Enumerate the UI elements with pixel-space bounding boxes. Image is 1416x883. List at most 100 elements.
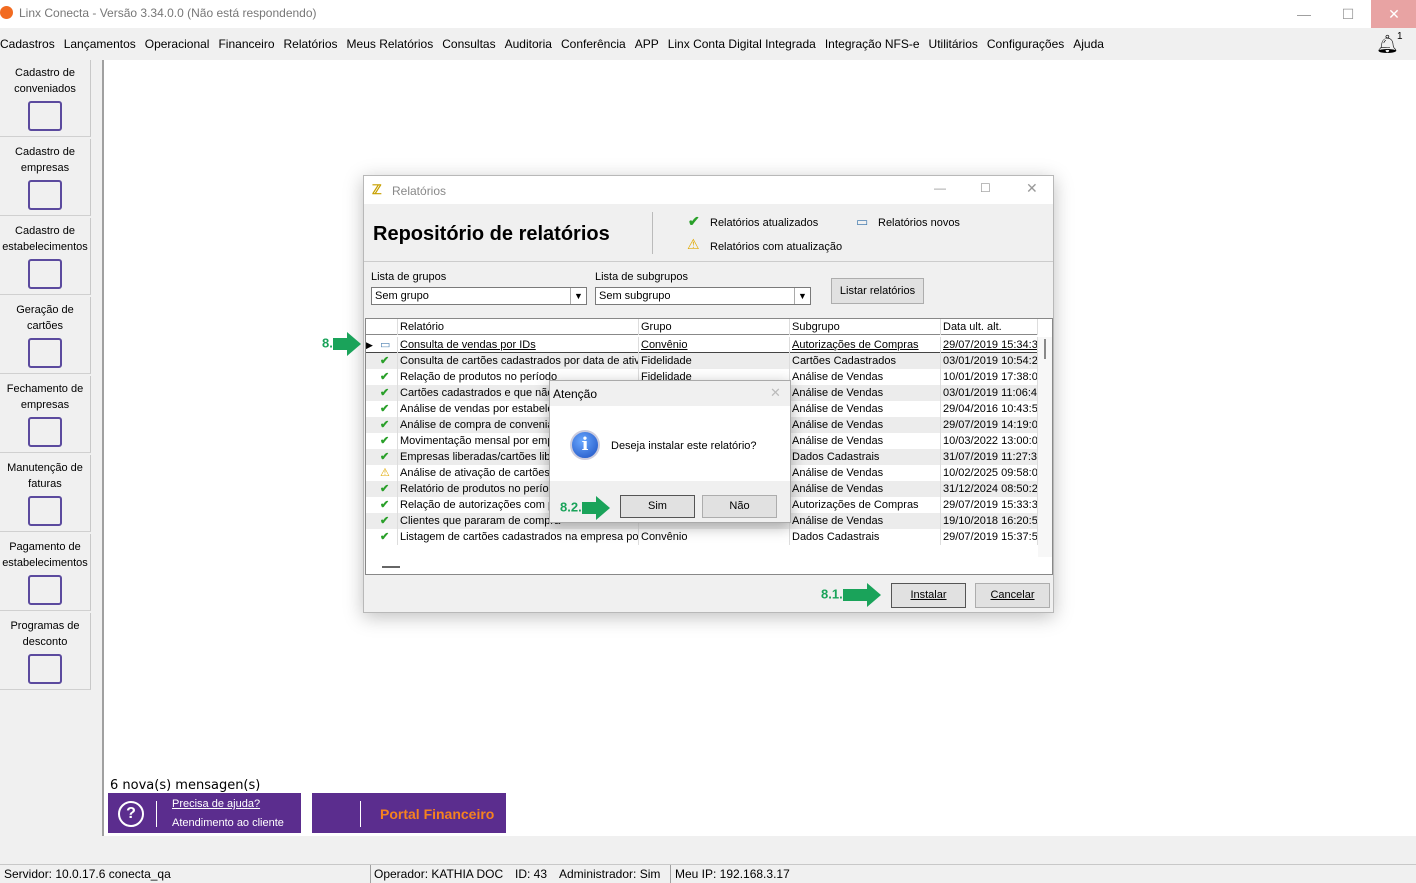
payment-icon bbox=[28, 575, 62, 605]
table-header: Relatório Grupo Subgrupo Data ult. alt. bbox=[366, 319, 1038, 335]
cell-date: 31/07/2019 11:27:3 bbox=[943, 449, 1038, 465]
dialog-close-button[interactable]: ✕ bbox=[1026, 180, 1038, 197]
cell-subgroup: Análise de Vendas bbox=[790, 433, 941, 449]
sidebar-item[interactable]: Pagamento de estabelecimentos bbox=[0, 534, 91, 611]
row-indicator bbox=[366, 529, 378, 545]
sidebar-item[interactable]: Programas de desconto bbox=[0, 613, 91, 690]
check-icon: ✔ bbox=[378, 497, 398, 513]
sidebar-item[interactable]: Fechamento de empresas bbox=[0, 376, 91, 453]
horizontal-scrollbar-thumb[interactable] bbox=[382, 566, 400, 568]
table-row[interactable]: ▶ ▭ Consulta de vendas por IDs Convênio Auto… bbox=[366, 337, 1038, 353]
cell-subgroup: Análise de Vendas bbox=[790, 417, 941, 433]
list-reports-button[interactable]: Listar relatórios bbox=[831, 278, 924, 304]
sidebar-item[interactable]: Cadastro de empresas bbox=[0, 139, 91, 216]
cell-subgroup: Análise de Vendas bbox=[790, 401, 941, 417]
cell-subgroup: Análise de Vendas bbox=[790, 465, 941, 481]
confirm-close-button[interactable]: ✕ bbox=[770, 385, 781, 401]
table-row[interactable]: ✔ Consulta de cartões cadastrados por dat… bbox=[366, 353, 1038, 369]
column-header-date[interactable]: Data ult. alt. bbox=[941, 319, 1038, 335]
row-indicator bbox=[366, 465, 378, 481]
table-scrollbar[interactable] bbox=[1038, 337, 1052, 557]
column-header-subgroup[interactable]: Subgrupo bbox=[790, 319, 941, 335]
legend-new: Relatórios novos bbox=[878, 217, 960, 229]
sidebar-item[interactable]: Cadastro de conveniados bbox=[0, 60, 91, 137]
groups-select[interactable]: Sem grupo ▼ bbox=[371, 287, 587, 305]
row-indicator bbox=[366, 433, 378, 449]
menu-item[interactable]: Meus Relatórios bbox=[347, 37, 434, 51]
sidebar-item[interactable]: Manutenção de faturas bbox=[0, 455, 91, 532]
new-report-icon: ▭ bbox=[856, 214, 869, 229]
column-header-report[interactable]: Relatório bbox=[398, 319, 639, 335]
help-link[interactable]: Precisa de ajuda? bbox=[172, 798, 260, 810]
messages-count[interactable]: 6 nova(s) mensagen(s) bbox=[110, 778, 260, 793]
sidebar-item-label: Cadastro de empresas bbox=[15, 146, 75, 174]
menu-item[interactable]: Ajuda bbox=[1073, 37, 1104, 51]
menu-item[interactable]: Auditoria bbox=[505, 37, 552, 51]
cell-date: 31/12/2024 08:50:2 bbox=[943, 481, 1038, 497]
menu-item[interactable]: Linx Conta Digital Integrada bbox=[668, 37, 816, 51]
cell-name: Listagem de cartões cadastrados na empre… bbox=[400, 529, 639, 545]
discount-icon bbox=[28, 654, 62, 684]
check-icon: ✔ bbox=[378, 385, 398, 401]
sidebar-item-label: Cadastro de conveniados bbox=[14, 67, 76, 95]
help-button[interactable]: ? Precisa de ajuda? Atendimento ao clien… bbox=[108, 793, 301, 833]
dialog-maximize-button[interactable]: ☐ bbox=[980, 181, 991, 195]
sidebar-item[interactable]: Geração de cartões bbox=[0, 297, 91, 374]
app-logo-icon bbox=[0, 6, 13, 19]
close-button[interactable]: ✕ bbox=[1371, 0, 1416, 28]
menu-item[interactable]: Conferência bbox=[561, 37, 626, 51]
warning-icon: ⚠ bbox=[378, 465, 398, 481]
bell-icon[interactable]: 🔔︎ bbox=[1376, 34, 1399, 55]
column-header-group[interactable]: Grupo bbox=[639, 319, 790, 335]
yes-button[interactable]: Sim bbox=[620, 495, 695, 518]
install-button[interactable]: Instalar bbox=[891, 583, 966, 608]
menu-item[interactable]: Operacional bbox=[145, 37, 210, 51]
menu-item[interactable]: Relatórios bbox=[284, 37, 338, 51]
menu-item[interactable]: Financeiro bbox=[218, 37, 274, 51]
chevron-down-icon: ▼ bbox=[570, 288, 586, 304]
row-indicator bbox=[366, 353, 378, 369]
table-row[interactable]: ✔ Listagem de cartões cadastrados na empr… bbox=[366, 529, 1038, 545]
row-indicator bbox=[366, 417, 378, 433]
cell-date: 10/02/2025 09:58:0 bbox=[943, 465, 1038, 481]
cell-group: Fidelidade bbox=[639, 353, 790, 369]
groups-label: Lista de grupos bbox=[371, 271, 447, 283]
scrollbar-thumb[interactable] bbox=[1044, 339, 1046, 359]
chevron-down-icon: ▼ bbox=[794, 288, 810, 304]
sidebar-item-label: Cadastro de estabelecimentos bbox=[2, 225, 88, 253]
subgroups-select[interactable]: Sem subgrupo ▼ bbox=[595, 287, 811, 305]
menu-item[interactable]: Integração NFS-e bbox=[825, 37, 920, 51]
portal-financeiro-button[interactable]: Portal Financeiro bbox=[312, 793, 506, 833]
menu-bar: Cadastros Lançamentos Operacional Financeir… bbox=[0, 30, 1416, 58]
window-title: Linx Conecta - Versão 3.34.0.0 (Não está… bbox=[19, 6, 317, 20]
row-indicator bbox=[366, 497, 378, 513]
no-button[interactable]: Não bbox=[702, 495, 777, 518]
building-icon bbox=[28, 180, 62, 210]
menu-item[interactable]: Configurações bbox=[987, 37, 1064, 51]
sidebar-item[interactable]: Cadastro de estabelecimentos bbox=[0, 218, 91, 295]
menu-item[interactable]: Lançamentos bbox=[64, 37, 136, 51]
check-icon: ✔ bbox=[378, 433, 398, 449]
repository-header: Repositório de relatórios ✔ Relatórios a… bbox=[364, 206, 1053, 262]
menu-item[interactable]: Utilitários bbox=[929, 37, 978, 51]
menu-item[interactable]: Cadastros bbox=[0, 37, 55, 51]
dialog-minimize-button[interactable]: — bbox=[934, 181, 946, 195]
check-icon: ✔ bbox=[378, 369, 398, 385]
cell-group: Convênio bbox=[639, 529, 790, 545]
dialog-title-bar: ℤ Relatórios — ☐ ✕ bbox=[364, 176, 1053, 204]
menu-item[interactable]: Consultas bbox=[442, 37, 495, 51]
legend-with-update: Relatórios com atualização bbox=[710, 241, 843, 253]
maximize-button[interactable]: ☐ bbox=[1325, 0, 1371, 28]
card-icon bbox=[28, 338, 62, 368]
step-8-arrow-annotation: 8. bbox=[322, 332, 361, 356]
row-indicator bbox=[366, 385, 378, 401]
step-8-label: 8. bbox=[322, 335, 333, 351]
cell-subgroup: Dados Cadastrais bbox=[790, 449, 941, 465]
cancel-button[interactable]: Cancelar bbox=[975, 583, 1050, 608]
confirm-message: Deseja instalar este relatório? bbox=[611, 440, 757, 452]
menu-item[interactable]: APP bbox=[635, 37, 659, 51]
row-indicator: ▶ bbox=[366, 340, 373, 350]
minimize-button[interactable]: — bbox=[1281, 0, 1327, 28]
notification-count: 1 bbox=[1397, 31, 1403, 42]
cell-date: 03/01/2019 11:06:4 bbox=[943, 385, 1038, 401]
